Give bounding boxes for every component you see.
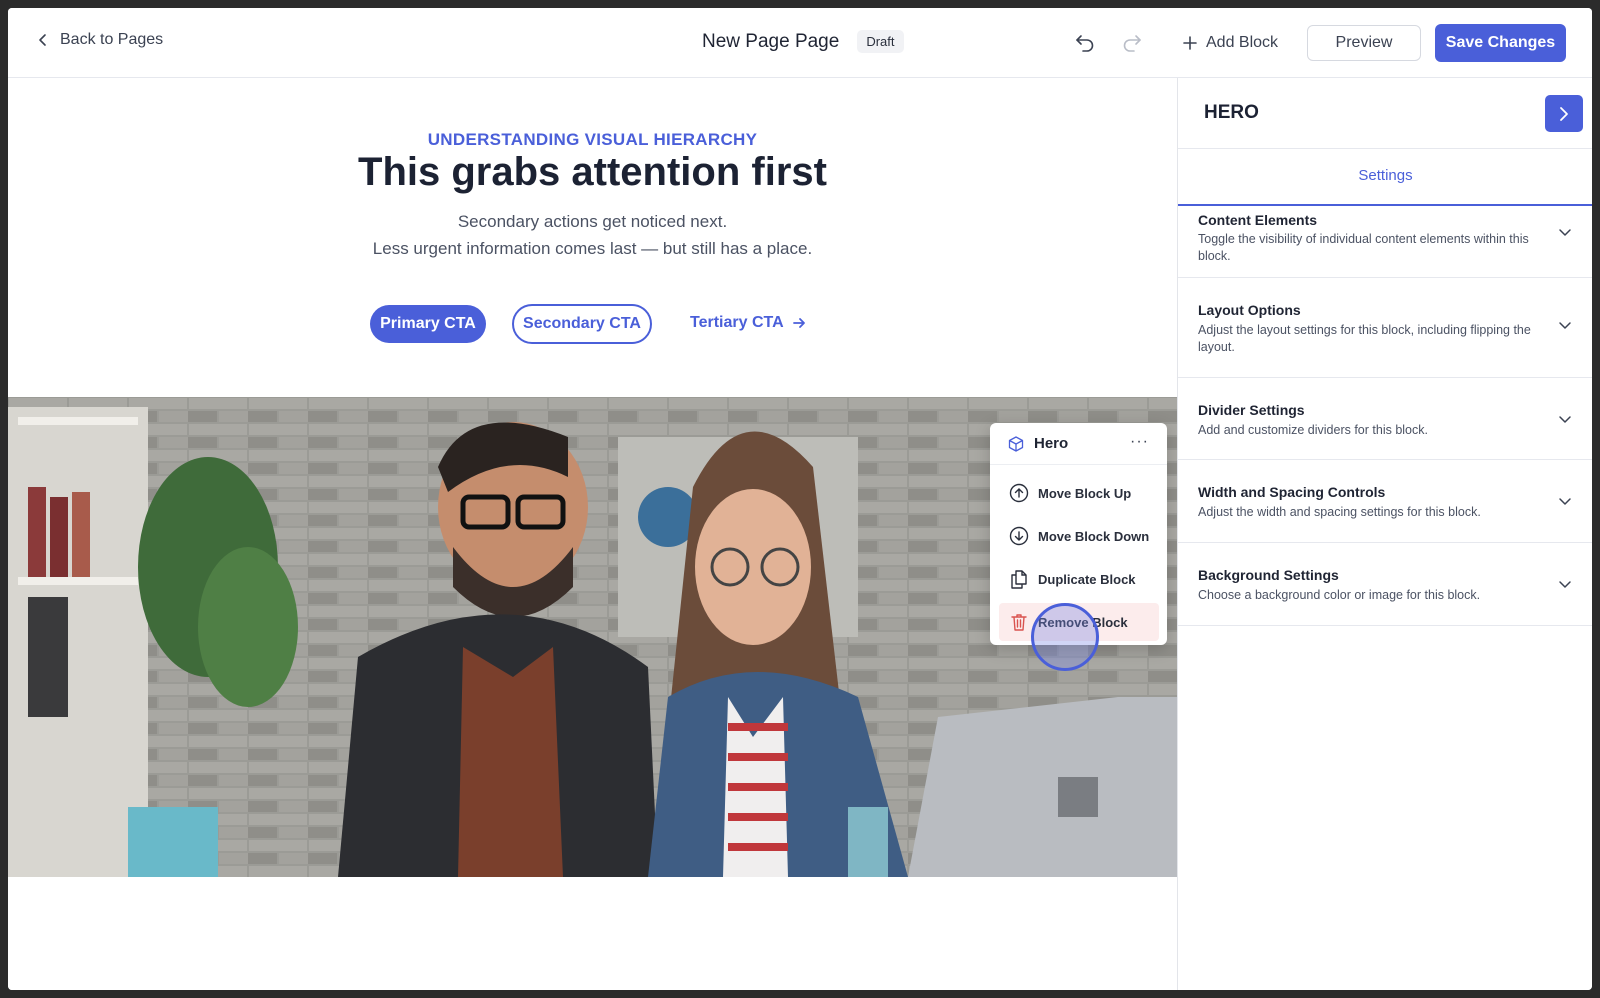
copy-icon bbox=[1009, 569, 1029, 589]
primary-cta-button[interactable]: Primary CTA bbox=[370, 305, 486, 343]
section-description: Add and customize dividers for this bloc… bbox=[1198, 423, 1428, 437]
section-layout-options[interactable]: Layout Options Adjust the layout setting… bbox=[1178, 278, 1592, 378]
tab-settings[interactable]: Settings bbox=[1178, 167, 1592, 184]
collapse-panel-button[interactable] bbox=[1545, 95, 1583, 132]
hero-subtext-line-2: Less urgent information comes last — but… bbox=[372, 239, 813, 258]
save-changes-button[interactable]: Save Changes bbox=[1435, 24, 1566, 62]
chevron-down-icon bbox=[1559, 322, 1571, 329]
section-description: Adjust the layout settings for this bloc… bbox=[1198, 323, 1531, 354]
arrow-right-icon bbox=[792, 318, 805, 328]
arrow-up-circle-icon bbox=[1009, 483, 1029, 503]
section-background-settings[interactable]: Background Settings Choose a background … bbox=[1178, 543, 1592, 626]
move-block-down-item[interactable]: Move Block Down bbox=[999, 517, 1159, 555]
back-to-pages-link[interactable]: Back to Pages bbox=[36, 31, 163, 49]
hero-headline: This grabs attention first bbox=[358, 150, 827, 194]
plus-icon bbox=[1183, 36, 1197, 50]
menu-item-label: Duplicate Block bbox=[1038, 571, 1136, 587]
undo-icon bbox=[1076, 35, 1094, 52]
cube-icon bbox=[1008, 436, 1024, 452]
section-description: Toggle the visibility of individual cont… bbox=[1198, 232, 1529, 263]
hero-eyebrow: UNDERSTANDING VISUAL HIERARCHY bbox=[427, 130, 758, 149]
page-title-group: New Page Page Draft bbox=[702, 30, 904, 53]
chevron-right-icon bbox=[1560, 106, 1568, 121]
remove-block-item[interactable]: Remove Block bbox=[999, 603, 1159, 641]
move-block-up-item[interactable]: Move Block Up bbox=[999, 474, 1159, 512]
redo-button[interactable] bbox=[1119, 30, 1145, 56]
block-context-menu: Hero ··· Move Block Up Move Block Down D… bbox=[990, 423, 1167, 645]
section-title: Content Elements bbox=[1198, 212, 1318, 228]
block-menu-header: Hero ··· bbox=[990, 423, 1167, 465]
undo-button[interactable] bbox=[1072, 30, 1098, 56]
tertiary-cta-label: Tertiary CTA bbox=[690, 314, 784, 331]
section-divider-settings[interactable]: Divider Settings Add and customize divid… bbox=[1178, 378, 1592, 460]
secondary-cta-button[interactable]: Secondary CTA bbox=[512, 304, 652, 344]
chevron-down-icon bbox=[1559, 229, 1571, 236]
editor-canvas: UNDERSTANDING VISUAL HIERARCHY This grab… bbox=[8, 78, 1177, 990]
chevron-left-icon bbox=[39, 34, 46, 46]
section-width-spacing[interactable]: Width and Spacing Controls Adjust the wi… bbox=[1178, 460, 1592, 543]
section-title: Layout Options bbox=[1198, 302, 1301, 318]
chevron-down-icon bbox=[1559, 498, 1571, 505]
panel-tabs: Settings bbox=[1178, 148, 1592, 206]
menu-item-label: Move Block Down bbox=[1038, 528, 1150, 544]
status-badge: Draft bbox=[857, 30, 904, 53]
tertiary-cta-link[interactable]: Tertiary CTA bbox=[690, 314, 806, 332]
duplicate-block-item[interactable]: Duplicate Block bbox=[999, 560, 1159, 598]
chevron-down-icon bbox=[1559, 581, 1571, 588]
chevron-down-icon bbox=[1559, 416, 1571, 423]
section-description: Adjust the width and spacing settings fo… bbox=[1198, 505, 1481, 519]
page-title: New Page Page bbox=[702, 30, 840, 52]
preview-button[interactable]: Preview bbox=[1307, 25, 1421, 61]
section-description: Choose a background color or image for t… bbox=[1198, 588, 1481, 602]
back-label: Back to Pages bbox=[60, 31, 164, 48]
section-title: Width and Spacing Controls bbox=[1198, 484, 1386, 500]
panel-title: HERO bbox=[1204, 102, 1259, 123]
section-title: Background Settings bbox=[1198, 567, 1339, 583]
top-bar: Back to Pages New Page Page Draft Add Bl… bbox=[8, 8, 1592, 78]
add-block-button[interactable]: Add Block bbox=[1182, 30, 1278, 56]
block-menu-title: Hero bbox=[1034, 435, 1069, 452]
add-block-label: Add Block bbox=[1206, 34, 1279, 51]
menu-item-label: Move Block Up bbox=[1038, 485, 1132, 501]
settings-panel: HERO Settings Content Elements Toggle th… bbox=[1177, 78, 1592, 990]
redo-icon bbox=[1123, 35, 1141, 52]
hero-subtext-line-1: Secondary actions get noticed next. bbox=[457, 212, 728, 231]
arrow-down-circle-icon bbox=[1009, 526, 1029, 546]
trash-icon bbox=[1009, 612, 1029, 632]
section-title: Divider Settings bbox=[1198, 402, 1305, 418]
menu-item-label: Remove Block bbox=[1038, 614, 1128, 630]
app-window: Back to Pages New Page Page Draft Add Bl… bbox=[8, 8, 1592, 990]
more-options-icon[interactable]: ··· bbox=[1130, 433, 1149, 451]
section-content-elements[interactable]: Content Elements Toggle the visibility o… bbox=[1178, 206, 1592, 278]
